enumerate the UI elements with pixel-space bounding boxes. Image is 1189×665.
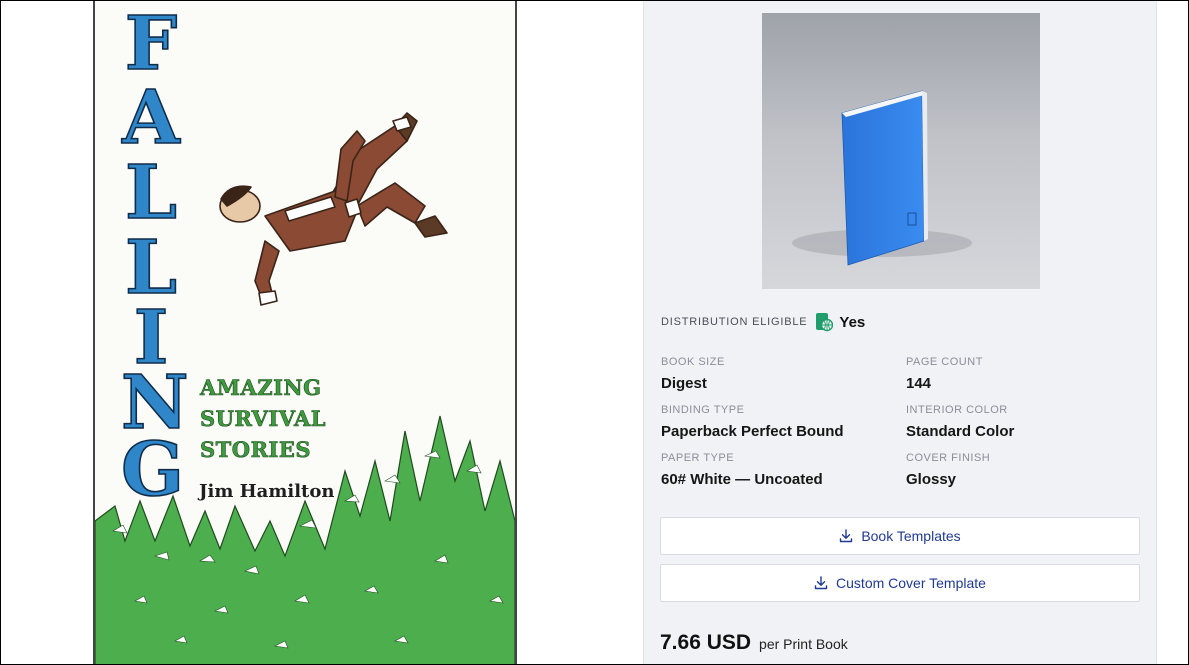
- cover-title-letter-1: F: [124, 1, 178, 87]
- cover-subtitle-line-1: AMAZING: [200, 375, 322, 400]
- page-frame: F A L L I N G AMAZING SURVIVAL STORIES J…: [0, 0, 1189, 665]
- cover-title-letter-3: L: [124, 150, 178, 236]
- book-size-value: Digest: [661, 375, 707, 392]
- book-cover-preview: F A L L I N G AMAZING SURVIVAL STORIES J…: [93, 1, 517, 664]
- globe-book-icon: [816, 313, 834, 332]
- product-details-panel: DISTRIBUTION ELIGIBLE Yes BOOK SIZE Dige…: [643, 1, 1157, 664]
- binding-type-value: Paperback Perfect Bound: [661, 423, 844, 440]
- cover-title-letter-4: L: [124, 225, 178, 311]
- book-templates-button[interactable]: Book Templates: [660, 517, 1140, 555]
- cover-title-letter-7: G: [120, 427, 185, 513]
- download-icon: [814, 576, 828, 590]
- cover-author: Jim Hamilton: [199, 481, 335, 502]
- custom-cover-template-button[interactable]: Custom Cover Template: [660, 564, 1140, 602]
- interior-color-value: Standard Color: [906, 423, 1015, 440]
- book-3d-render: [792, 90, 972, 266]
- distribution-eligible-row: DISTRIBUTION ELIGIBLE Yes: [661, 312, 865, 332]
- cover-subtitle-line-2: SURVIVAL: [200, 406, 327, 431]
- book-size-label: BOOK SIZE: [661, 356, 725, 368]
- book-mockup-image: [762, 13, 1040, 289]
- distribution-eligible-label: DISTRIBUTION ELIGIBLE: [661, 316, 808, 328]
- price-row: 7.66 USD per Print Book: [660, 631, 848, 655]
- falling-figure: [219, 112, 448, 306]
- interior-color-label: INTERIOR COLOR: [906, 404, 1008, 416]
- paper-type-label: PAPER TYPE: [661, 452, 735, 464]
- price-suffix: per Print Book: [759, 636, 848, 652]
- page-count-label: PAGE COUNT: [906, 356, 983, 368]
- cover-title-letter-2: A: [121, 75, 180, 161]
- cover-subtitle-line-3: STORIES: [200, 437, 312, 462]
- price-amount: 7.66 USD: [660, 631, 752, 654]
- page-count-value: 144: [906, 375, 932, 392]
- download-icon: [840, 529, 853, 543]
- book-templates-label: Book Templates: [861, 528, 961, 544]
- cover-finish-value: Glossy: [906, 471, 957, 488]
- cover-finish-label: COVER FINISH: [906, 452, 991, 464]
- paper-type-value: 60# White — Uncoated: [661, 471, 823, 488]
- binding-type-label: BINDING TYPE: [661, 404, 745, 416]
- distribution-eligible-value: Yes: [839, 313, 866, 331]
- custom-cover-template-label: Custom Cover Template: [836, 575, 986, 591]
